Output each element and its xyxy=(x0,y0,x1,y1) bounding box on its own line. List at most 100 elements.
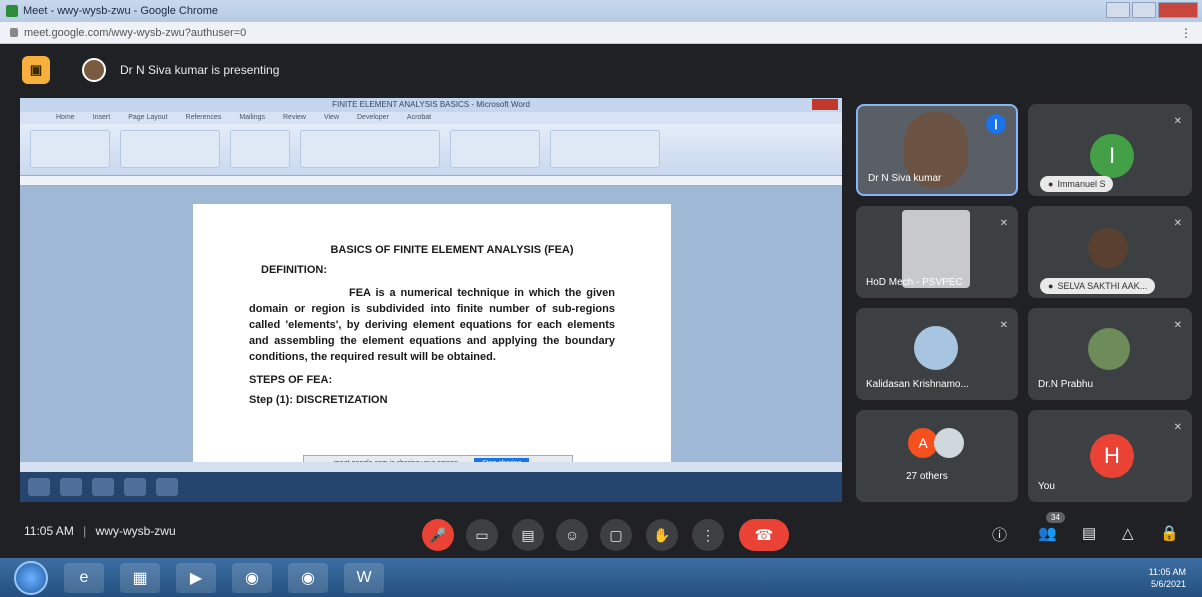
captions-button[interactable]: ▤ xyxy=(512,519,544,551)
url-text[interactable]: meet.google.com/wwy-wysb-zwu?authuser=0 xyxy=(24,27,246,39)
steps-label: STEPS OF FEA: xyxy=(249,373,333,386)
participant-avatar xyxy=(914,326,958,370)
window-title: Meet - wwy-wysb-zwu - Google Chrome xyxy=(23,5,218,17)
shared-taskbar-app xyxy=(156,478,178,496)
self-tile[interactable]: ✕ H You xyxy=(1028,410,1192,502)
participant-name: Dr.N Prabhu xyxy=(1038,379,1094,390)
mic-off-icon: ✕ xyxy=(1173,320,1182,331)
word-ruler xyxy=(20,176,842,186)
explorer-icon[interactable]: ▦ xyxy=(120,562,160,593)
ribbon-tab: Home xyxy=(56,114,75,121)
ribbon-tab: Review xyxy=(283,114,306,121)
maximize-button[interactable] xyxy=(1132,2,1156,18)
present-screen-icon[interactable]: ▣ xyxy=(22,56,50,84)
meeting-details-icon[interactable]: ⓘ xyxy=(992,524,1007,545)
chrome-active-icon[interactable]: ◉ xyxy=(288,562,328,593)
reactions-button[interactable]: ☺ xyxy=(556,519,588,551)
participant-name: Immanuel S xyxy=(1057,179,1106,189)
definition-paragraph: FEA is a numerical technique in which th… xyxy=(249,287,615,363)
others-tile[interactable]: A 27 others xyxy=(856,410,1018,502)
others-count: 27 others xyxy=(906,471,948,482)
people-icon[interactable]: 👥 xyxy=(1038,524,1057,542)
mic-off-icon: ✕ xyxy=(999,218,1008,229)
ribbon-group xyxy=(300,130,440,168)
participant-name: SELVA SAKTHI AAK... xyxy=(1057,281,1148,291)
windows-taskbar: e ▦ ▶ ◉ ◉ W 11:05 AM 5/6/2021 xyxy=(0,558,1202,597)
participant-tile-presenter[interactable]: ❙ Dr N Siva kumar xyxy=(856,104,1018,196)
clock-time: 11:05 AM xyxy=(1148,567,1186,577)
presenting-banner: ▣ Dr N Siva kumar is presenting xyxy=(0,44,1202,96)
chat-icon[interactable]: ▤ xyxy=(1082,524,1096,542)
meeting-time: 11:05 AM xyxy=(24,524,74,538)
mic-off-icon: ✕ xyxy=(999,320,1008,331)
definition-label: DEFINITION: xyxy=(261,264,327,276)
shared-taskbar-app xyxy=(28,478,50,496)
speaking-indicator-icon: ❙ xyxy=(986,114,1006,134)
host-controls-icon[interactable]: 🔒 xyxy=(1160,524,1179,542)
shared-screen: FINITE ELEMENT ANALYSIS BASICS - Microso… xyxy=(20,98,842,502)
more-options-button[interactable]: ⋮ xyxy=(692,519,724,551)
presenter-avatar xyxy=(82,58,106,82)
present-button[interactable]: ▢ xyxy=(600,519,632,551)
word-ribbon xyxy=(20,124,842,176)
leave-call-button[interactable]: ☎ xyxy=(739,519,789,551)
address-bar[interactable]: meet.google.com/wwy-wysb-zwu?authuser=0 … xyxy=(0,22,1202,44)
participant-avatar xyxy=(934,428,964,458)
camera-toggle-button[interactable]: ▭ xyxy=(466,519,498,551)
document-page: BASICS OF FINITE ELEMENT ANALYSIS (FEA) … xyxy=(193,204,671,466)
self-name: You xyxy=(1038,481,1055,492)
shared-taskbar xyxy=(20,472,842,502)
close-button[interactable] xyxy=(1158,2,1198,18)
lock-icon xyxy=(10,28,18,37)
browser-menu-icon[interactable]: ⋮ xyxy=(1180,26,1192,40)
meeting-info: 11:05 AM | wwy-wysb-zwu xyxy=(24,524,176,538)
start-button[interactable] xyxy=(14,560,48,595)
mic-toggle-button[interactable]: 🎤 xyxy=(422,519,454,551)
ie-icon[interactable]: e xyxy=(64,562,104,593)
participant-name-chip: ● SELVA SAKTHI AAK... xyxy=(1040,278,1156,294)
meeting-controls: 11:05 AM | wwy-wysb-zwu 🎤 ▭ ▤ ☺ ▢ ✋ ⋮ ☎ … xyxy=(0,506,1202,558)
participant-name: Kalidasan Krishnamo... xyxy=(866,379,969,390)
participant-tile[interactable]: ✕ Dr.N Prabhu xyxy=(1028,308,1192,400)
ribbon-tab: Insert xyxy=(92,114,111,121)
ribbon-group xyxy=(450,130,540,168)
people-count-badge: 34 xyxy=(1046,512,1065,523)
participant-avatar: I xyxy=(1090,134,1134,178)
meet-favicon-icon xyxy=(6,5,18,17)
participant-tile[interactable]: ✕ Kalidasan Krishnamo... xyxy=(856,308,1018,400)
media-player-icon[interactable]: ▶ xyxy=(176,562,216,593)
participant-tile[interactable]: ✕ ● SELVA SAKTHI AAK... xyxy=(1028,206,1192,298)
word-window-title: FINITE ELEMENT ANALYSIS BASICS - Microso… xyxy=(332,100,530,109)
mic-off-icon: ✕ xyxy=(1173,422,1182,433)
browser-title-bar: Meet - wwy-wysb-zwu - Google Chrome xyxy=(0,0,1202,22)
pin-icon: ● xyxy=(1048,281,1054,291)
mic-off-icon: ✕ xyxy=(1173,218,1182,229)
ribbon-group xyxy=(120,130,220,168)
presenting-text: Dr N Siva kumar is presenting xyxy=(120,63,280,77)
participant-name: Dr N Siva kumar xyxy=(868,173,942,184)
activities-icon[interactable]: △ xyxy=(1122,524,1134,542)
ribbon-group xyxy=(550,130,660,168)
shared-taskbar-app xyxy=(92,478,114,496)
participant-tile[interactable]: ✕ HoD Mech - PSVPEC xyxy=(856,206,1018,298)
raise-hand-button[interactable]: ✋ xyxy=(646,519,678,551)
participant-name: HoD Mech - PSVPEC xyxy=(866,277,963,288)
ribbon-tab: References xyxy=(185,114,222,121)
minimize-button[interactable] xyxy=(1106,2,1130,18)
pin-icon: ● xyxy=(1048,179,1054,189)
participant-tile[interactable]: ✕ I ● Immanuel S xyxy=(1028,104,1192,196)
word-icon[interactable]: W xyxy=(344,562,384,593)
system-clock[interactable]: 11:05 AM 5/6/2021 xyxy=(1149,566,1186,590)
clock-date: 5/6/2021 xyxy=(1150,579,1186,589)
ribbon-group xyxy=(230,130,290,168)
ribbon-tab: View xyxy=(323,114,339,121)
window-controls xyxy=(1106,2,1198,18)
mic-off-icon: ✕ xyxy=(1173,116,1182,127)
step1-label: Step (1): DISCRETIZATION xyxy=(249,393,388,406)
document-heading: BASICS OF FINITE ELEMENT ANALYSIS (FEA) xyxy=(330,244,574,256)
word-window-controls xyxy=(812,99,838,110)
ribbon-tab: Mailings xyxy=(239,114,265,121)
word-status-bar xyxy=(20,462,842,472)
ribbon-tab: Developer xyxy=(357,114,389,121)
chrome-icon[interactable]: ◉ xyxy=(232,562,272,593)
